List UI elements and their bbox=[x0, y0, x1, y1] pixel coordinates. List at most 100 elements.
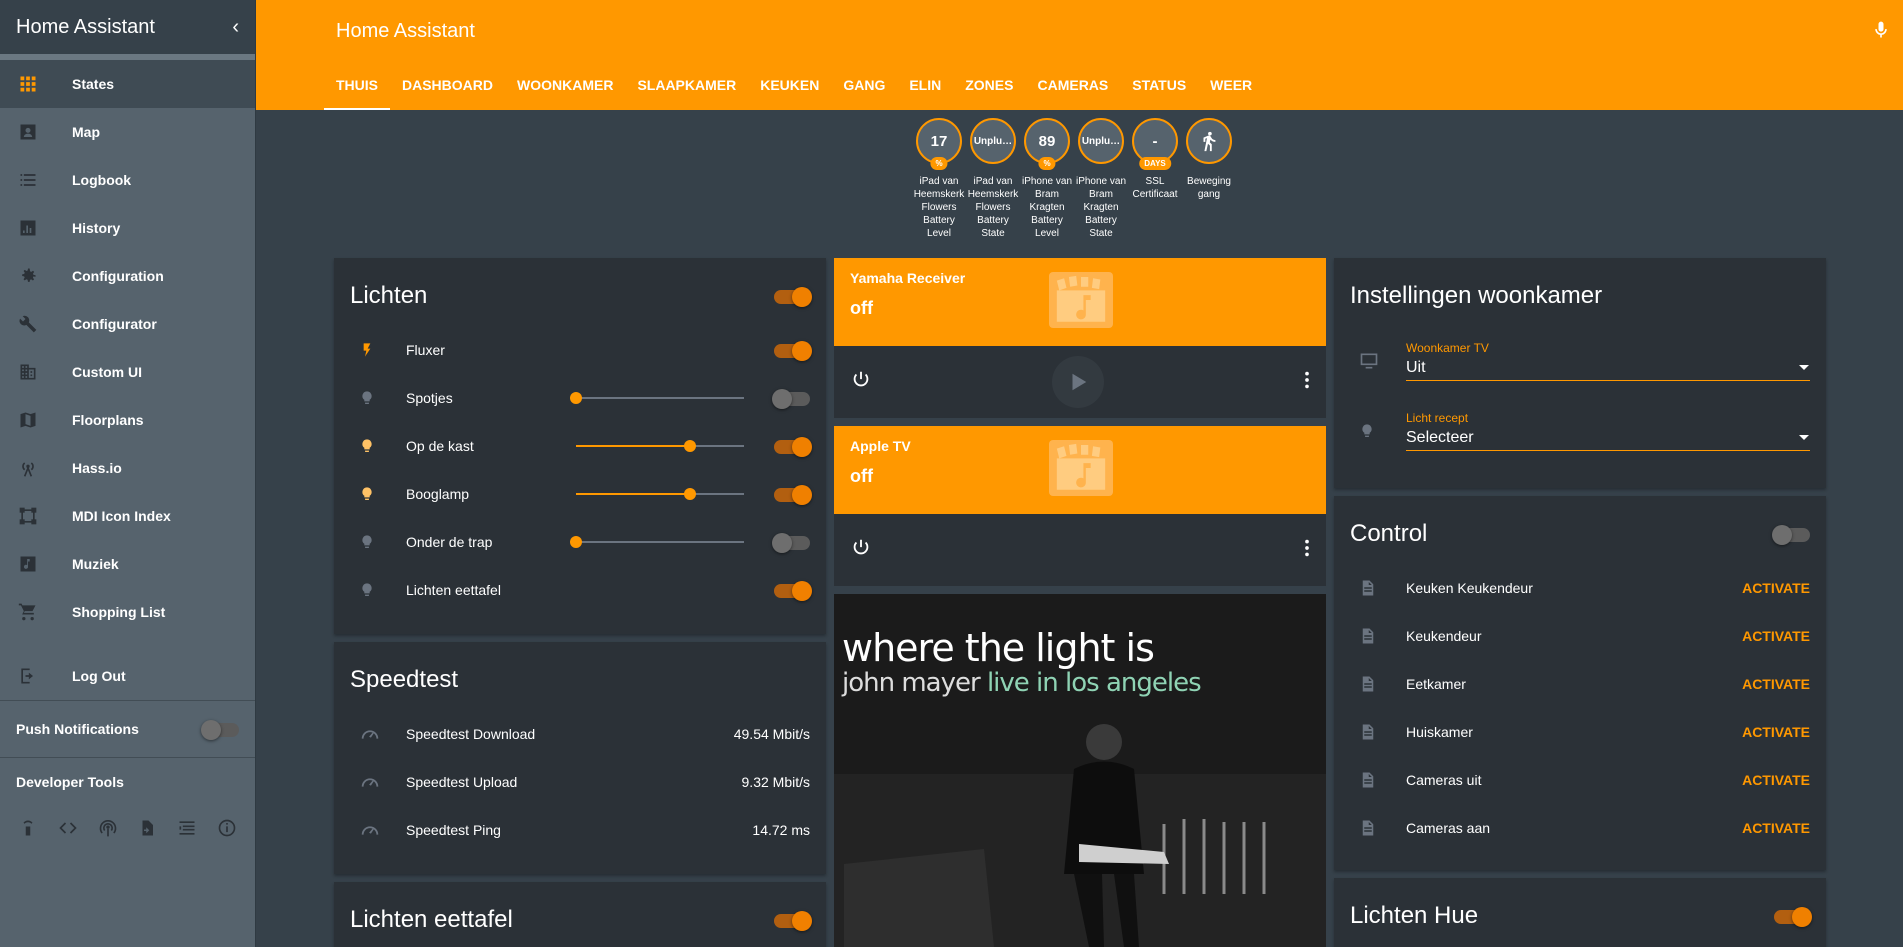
light-toggle[interactable] bbox=[772, 389, 810, 409]
sidebar-item-shopping-list[interactable]: Shopping List bbox=[0, 588, 255, 636]
bulb-icon bbox=[350, 580, 390, 600]
dropdown-arrow-icon[interactable] bbox=[1798, 429, 1810, 447]
scene-row: Keukendeur ACTIVATE bbox=[1334, 612, 1826, 660]
map-account-icon bbox=[16, 120, 40, 144]
more-vert-icon[interactable] bbox=[1304, 369, 1310, 396]
remote-icon[interactable] bbox=[17, 816, 40, 839]
push-notifications-toggle[interactable] bbox=[201, 720, 239, 740]
sidebar-header: Home Assistant ‹ bbox=[0, 0, 255, 60]
media-player-card: Apple TV off bbox=[834, 426, 1326, 586]
light-name: Fluxer bbox=[406, 342, 445, 358]
view-tabs: THUIS DASHBOARD WOONKAMER SLAAPKAMER KEUKEN G… bbox=[324, 74, 1264, 110]
tab-woonkamer[interactable]: WOONKAMER bbox=[505, 74, 625, 110]
sidebar-item-logbook[interactable]: Logbook bbox=[0, 156, 255, 204]
sidebar-item-floorplans[interactable]: Floorplans bbox=[0, 396, 255, 444]
chart-icon bbox=[16, 216, 40, 240]
sidebar-item-configuration[interactable]: Configuration bbox=[0, 252, 255, 300]
activate-button[interactable]: ACTIVATE bbox=[1742, 724, 1810, 740]
select-value-field[interactable]: Selecteer bbox=[1406, 425, 1810, 451]
sidebar-item-label: Map bbox=[72, 124, 100, 140]
logout-icon bbox=[16, 664, 40, 688]
sidebar-item-hass-io[interactable]: Hass.io bbox=[0, 444, 255, 492]
badge[interactable]: 89% iPhone van Bram Kragten Battery Level bbox=[1020, 118, 1074, 240]
badge[interactable]: Beweging gang bbox=[1182, 118, 1236, 240]
light-toggle[interactable] bbox=[774, 437, 812, 457]
badge-label: Beweging gang bbox=[1187, 176, 1231, 200]
control-group-toggle[interactable] bbox=[1772, 525, 1810, 545]
badge[interactable]: Unplu… iPhone van Bram Kragten Battery St… bbox=[1074, 118, 1128, 240]
sidebar-item-muziek[interactable]: Muziek bbox=[0, 540, 255, 588]
brightness-slider[interactable] bbox=[570, 390, 744, 406]
flash-icon bbox=[350, 340, 390, 360]
badge[interactable]: Unplu… iPad van Heemskerk Flowers Battery… bbox=[966, 118, 1020, 240]
select-value-field[interactable]: Uit bbox=[1406, 355, 1810, 381]
brightness-slider[interactable] bbox=[576, 486, 744, 502]
tab-gang[interactable]: GANG bbox=[831, 74, 897, 110]
file-document-icon bbox=[1350, 674, 1390, 694]
tab-elin[interactable]: ELIN bbox=[897, 74, 953, 110]
sidebar-item-mdi-icon-index[interactable]: MDI Icon Index bbox=[0, 492, 255, 540]
tab-keuken[interactable]: KEUKEN bbox=[748, 74, 831, 110]
activate-button[interactable]: ACTIVATE bbox=[1742, 676, 1810, 692]
tab-weer[interactable]: WEER bbox=[1198, 74, 1264, 110]
sidebar-item-label: Shopping List bbox=[72, 604, 166, 620]
light-toggle[interactable] bbox=[774, 341, 812, 361]
sidebar-item-map[interactable]: Map bbox=[0, 108, 255, 156]
microphone-icon[interactable] bbox=[1871, 18, 1891, 47]
sidebar-item-states[interactable]: States bbox=[0, 60, 255, 108]
file-export-icon[interactable] bbox=[136, 816, 159, 839]
tab-slaapkamer[interactable]: SLAAPKAMER bbox=[625, 74, 748, 110]
tab-status[interactable]: STATUS bbox=[1120, 74, 1198, 110]
sidebar-item-configurator[interactable]: Configurator bbox=[0, 300, 255, 348]
select-label: Licht recept bbox=[1406, 411, 1469, 425]
speedometer-icon bbox=[350, 723, 390, 745]
tab-thuis[interactable]: THUIS bbox=[324, 74, 390, 110]
control-card: Control Keuken Keukendeur ACTIVATE Keukend… bbox=[1334, 496, 1826, 870]
light-toggle[interactable] bbox=[774, 581, 812, 601]
lichten-group-toggle[interactable] bbox=[774, 287, 812, 307]
sidebar-title: Home Assistant bbox=[16, 15, 155, 38]
card-title: Lichten bbox=[350, 282, 428, 309]
activate-button[interactable]: ACTIVATE bbox=[1742, 772, 1810, 788]
light-toggle[interactable] bbox=[774, 485, 812, 505]
select-field[interactable]: Licht recept Selecteer bbox=[1406, 411, 1810, 451]
card-title: Lichten eettafel bbox=[350, 906, 513, 933]
power-icon[interactable] bbox=[850, 369, 872, 396]
select-field[interactable]: Woonkamer TV Uit bbox=[1406, 341, 1810, 381]
chevron-left-icon[interactable]: ‹ bbox=[232, 16, 239, 39]
power-icon[interactable] bbox=[850, 537, 872, 564]
developer-tools bbox=[0, 806, 255, 849]
lichten-hue-toggle[interactable] bbox=[1774, 907, 1812, 927]
info-icon[interactable] bbox=[215, 816, 238, 839]
sidebar-item-history[interactable]: History bbox=[0, 204, 255, 252]
speedtest-name: Speedtest Download bbox=[406, 726, 536, 742]
badge[interactable]: 17% iPad van Heemskerk Flowers Battery Le… bbox=[912, 118, 966, 240]
light-toggle[interactable] bbox=[772, 533, 810, 553]
activate-button[interactable]: ACTIVATE bbox=[1742, 820, 1810, 836]
broadcast-icon[interactable] bbox=[96, 816, 119, 839]
play-button[interactable] bbox=[1052, 356, 1104, 408]
tree-icon[interactable] bbox=[176, 816, 199, 839]
code-icon[interactable] bbox=[57, 816, 80, 839]
album-title: where the light is bbox=[842, 626, 1155, 670]
light-row: Onder de trap bbox=[334, 518, 826, 566]
dropdown-arrow-icon[interactable] bbox=[1798, 359, 1810, 377]
sidebar-item-label: Logbook bbox=[72, 172, 132, 188]
badge[interactable]: - DAYS SSL Certificaat bbox=[1128, 118, 1182, 240]
sidebar-item-custom-ui[interactable]: Custom UI bbox=[0, 348, 255, 396]
brightness-slider[interactable] bbox=[570, 534, 744, 550]
monitor-icon bbox=[1350, 351, 1390, 371]
sidebar-item-logout[interactable]: Log Out bbox=[0, 652, 255, 700]
scene-row: Huiskamer ACTIVATE bbox=[1334, 708, 1826, 756]
brightness-slider[interactable] bbox=[576, 438, 744, 454]
tab-dashboard[interactable]: DASHBOARD bbox=[390, 74, 505, 110]
activate-button[interactable]: ACTIVATE bbox=[1742, 628, 1810, 644]
lichten-eettafel-toggle[interactable] bbox=[774, 911, 812, 931]
tab-zones[interactable]: ZONES bbox=[953, 74, 1025, 110]
app-toolbar: Home Assistant THUIS DASHBOARD WOONKAMER SL… bbox=[256, 0, 1903, 110]
activate-button[interactable]: ACTIVATE bbox=[1742, 580, 1810, 596]
tab-cameras[interactable]: CAMERAS bbox=[1025, 74, 1120, 110]
light-name: Spotjes bbox=[406, 390, 453, 406]
sidebar-item-label: Configuration bbox=[72, 268, 164, 284]
more-vert-icon[interactable] bbox=[1304, 537, 1310, 564]
